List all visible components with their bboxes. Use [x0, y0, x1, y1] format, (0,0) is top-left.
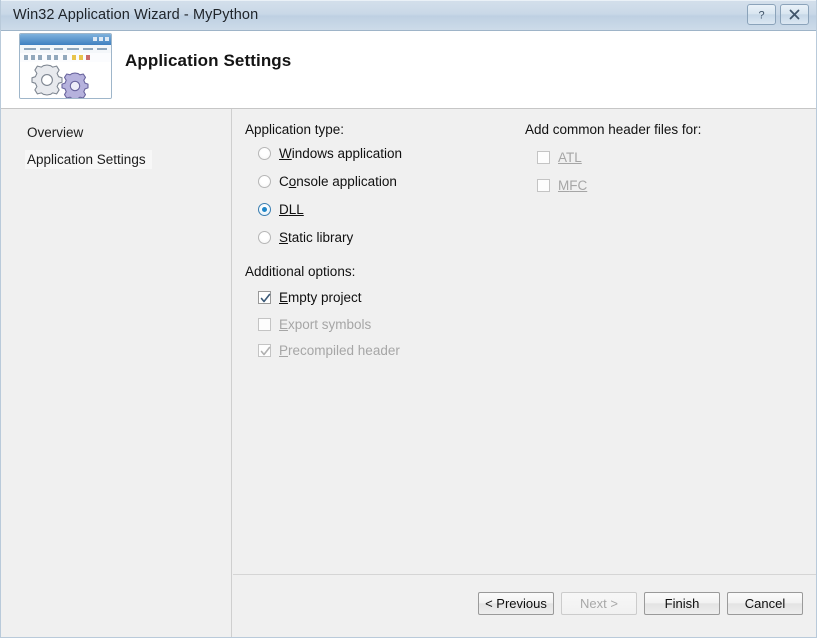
question-mark-icon: ? — [756, 8, 767, 21]
sidebar-item-application-settings[interactable]: Application Settings — [25, 150, 152, 169]
mnemonic-letter: M — [558, 178, 569, 193]
icon-mini-titlebar — [20, 34, 111, 45]
wizard-gears-icon — [19, 33, 112, 99]
checkbox-mfc: MFC — [537, 178, 587, 193]
checkbox-icon-unchecked-disabled — [537, 151, 550, 164]
label-rest: mpty project — [288, 290, 362, 305]
window-titlebar[interactable]: Win32 Application Wizard - MyPython ? — [0, 0, 817, 31]
mnemonic-letter: P — [279, 343, 288, 358]
checkbox-empty-project[interactable]: Empty project — [258, 290, 362, 305]
svg-text:?: ? — [758, 10, 764, 22]
close-icon — [788, 8, 801, 21]
mnemonic-letter: S — [279, 230, 288, 245]
radio-windows-application[interactable]: Windows application — [258, 146, 402, 161]
wizard-sidebar: Overview Application Settings — [1, 109, 232, 627]
application-type-label: Application type: — [245, 122, 344, 137]
label-rest: tatic library — [288, 230, 353, 245]
check-mark-icon — [260, 293, 271, 304]
help-button[interactable]: ? — [747, 4, 776, 25]
mnemonic-letter: A — [558, 150, 566, 165]
radio-label: DLL — [279, 202, 304, 217]
radio-static-library[interactable]: Static library — [258, 230, 353, 245]
cancel-button[interactable]: Cancel — [727, 592, 803, 615]
radio-icon — [258, 147, 271, 160]
footer-sidebar-fill — [1, 575, 232, 637]
icon-mini-window-buttons — [93, 37, 109, 41]
check-mark-icon — [260, 346, 271, 357]
wizard-header: Application Settings — [1, 31, 816, 109]
radio-label: Static library — [279, 230, 353, 245]
label-rest: nsole application — [296, 174, 397, 189]
checkbox-label: Empty project — [279, 290, 362, 305]
checkbox-icon-checked-disabled — [258, 344, 271, 357]
radio-icon — [258, 175, 271, 188]
gears-graphic — [20, 62, 111, 99]
common-headers-label: Add common header files for: — [525, 122, 701, 137]
mnemonic-letter: D — [279, 202, 289, 217]
checkbox-export-symbols: Export symbols — [258, 317, 371, 332]
checkbox-label: ATL — [558, 150, 582, 165]
window-title: Win32 Application Wizard - MyPython — [13, 7, 258, 23]
mnemonic-letter: E — [279, 290, 288, 305]
radio-icon-selected — [258, 203, 271, 216]
dialog-footer: < Previous Next > Finish Cancel — [1, 575, 816, 637]
additional-options-label: Additional options: — [245, 264, 355, 279]
footer-button-bar: < Previous Next > Finish Cancel — [478, 592, 803, 615]
page-title: Application Settings — [125, 51, 291, 71]
checkbox-icon-unchecked-disabled — [258, 318, 271, 331]
radio-label: Console application — [279, 174, 397, 189]
label-rest: LL — [289, 202, 304, 217]
checkbox-label: Precompiled header — [279, 343, 400, 358]
mnemonic-letter: E — [279, 317, 288, 332]
radio-icon — [258, 231, 271, 244]
win32-application-wizard-dialog: Win32 Application Wizard - MyPython ? — [0, 0, 817, 638]
checkbox-label: Export symbols — [279, 317, 371, 332]
checkbox-icon-checked — [258, 291, 271, 304]
sidebar-item-overview[interactable]: Overview — [25, 123, 89, 142]
label-rest: indows application — [292, 146, 402, 161]
checkbox-icon-unchecked-disabled — [537, 179, 550, 192]
label-rest: xport symbols — [288, 317, 371, 332]
radio-label: Windows application — [279, 146, 402, 161]
checkbox-precompiled-header: Precompiled header — [258, 343, 400, 358]
titlebar-buttons: ? — [747, 4, 809, 25]
radio-dll[interactable]: DLL — [258, 202, 304, 217]
checkbox-atl: ATL — [537, 150, 582, 165]
label-rest: recompiled header — [288, 343, 400, 358]
label-rest: FC — [569, 178, 587, 193]
previous-button[interactable]: < Previous — [478, 592, 554, 615]
next-button: Next > — [561, 592, 637, 615]
label-start: C — [279, 174, 289, 189]
label-rest: TL — [566, 150, 582, 165]
icon-gear-artwork — [20, 62, 111, 98]
dialog-body: Overview Application Settings Applicatio… — [1, 109, 816, 627]
finish-button[interactable]: Finish — [644, 592, 720, 615]
radio-console-application[interactable]: Console application — [258, 174, 397, 189]
settings-content: Application type: Windows application Co… — [233, 109, 816, 627]
checkbox-label: MFC — [558, 178, 587, 193]
mnemonic-letter: W — [279, 146, 292, 161]
close-button[interactable] — [780, 4, 809, 25]
